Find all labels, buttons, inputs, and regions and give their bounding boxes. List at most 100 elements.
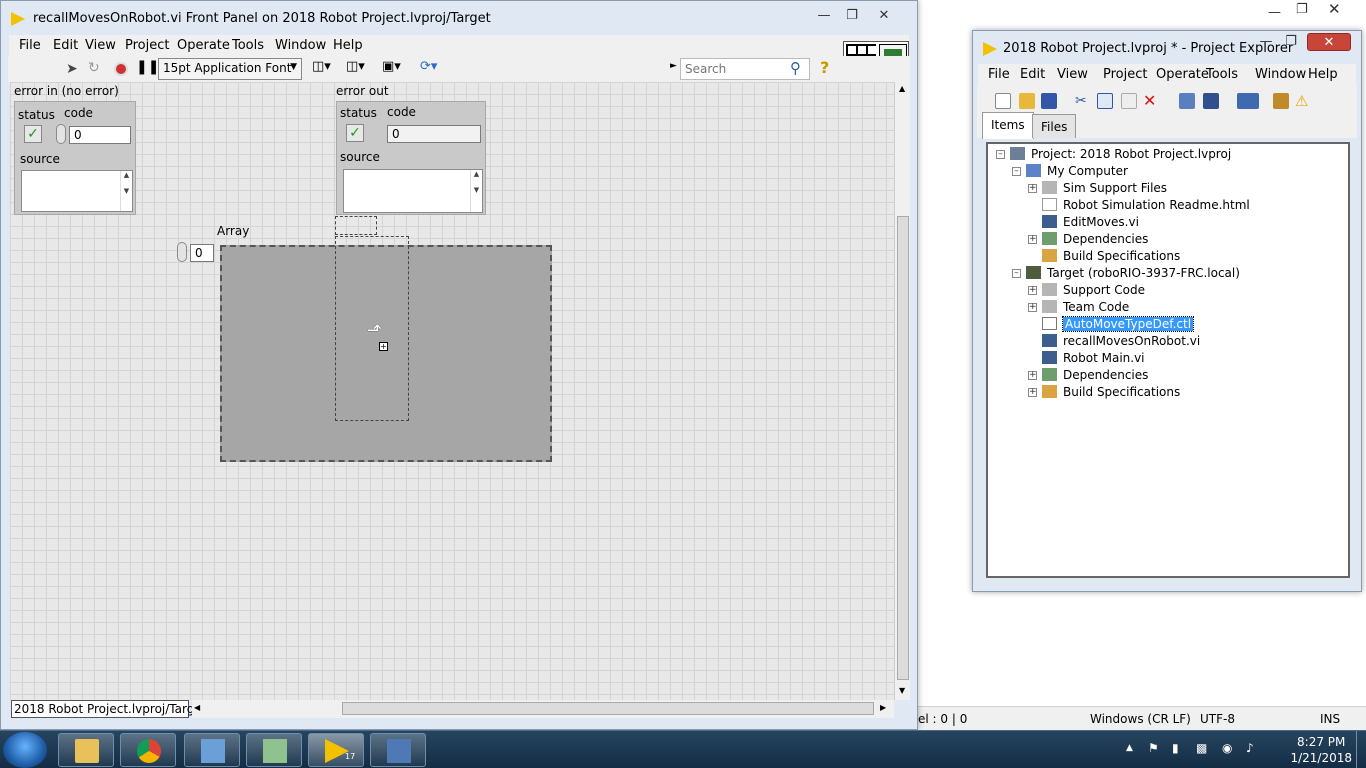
menu-operate[interactable]: Operate [177,38,230,53]
search-icon[interactable]: ⚲ [790,59,801,77]
pe-menu-file[interactable]: File [988,67,1010,82]
expand-support-code-icon[interactable]: + [1028,286,1037,295]
menu-project[interactable]: Project [125,38,169,53]
menu-file[interactable]: File [19,38,41,53]
taskbar-notepad[interactable] [246,733,302,767]
expand-target-dependencies-icon[interactable]: + [1028,371,1037,380]
collapse-target-icon[interactable]: – [1012,269,1021,278]
run-continuously-icon[interactable]: ↻ [88,60,100,76]
pe-minimize-button[interactable]: — [1255,33,1277,51]
line-ending[interactable]: Windows (CR LF) [1090,712,1191,726]
tree-item-recallmoves[interactable]: recallMovesOnRobot.vi [1042,333,1200,350]
deploy-icon[interactable] [1203,93,1219,109]
tree-item-readme[interactable]: Robot Simulation Readme.html [1042,197,1250,214]
tree-item-automovetypedef[interactable]: AutoMoveTypeDef.ctl [1042,316,1195,333]
error-out-cluster[interactable]: status code ✓ 0 source ▲ ▼ [336,101,486,215]
front-panel-canvas[interactable]: error in (no error) status code ✓ 0 sour… [10,82,894,700]
error-in-code-field[interactable]: 0 [69,126,131,144]
show-desktop-button[interactable] [1356,731,1366,768]
pe-maximize-button[interactable]: ❐ [1280,33,1302,51]
expand-dependencies-icon[interactable]: + [1028,235,1037,244]
clock[interactable]: 8:27 PM 1/21/2018 [1290,734,1352,766]
start-button[interactable] [3,732,47,768]
build-icon[interactable] [1179,93,1195,109]
project-tree[interactable]: – Project: 2018 Robot Project.lvproj – M… [986,142,1350,578]
error-out-source-scrollbar[interactable]: ▲ ▼ [470,170,482,212]
bg-close-button[interactable]: ✕ [1328,0,1341,18]
encoding[interactable]: UTF-8 [1200,712,1235,726]
error-in-code-spinner[interactable] [56,124,66,144]
taskbar-chrome[interactable] [120,733,176,767]
pe-menu-operate[interactable]: Operate [1156,67,1209,82]
pe-menu-tools[interactable]: Tools [1206,67,1238,82]
volume-icon[interactable]: ♪ [1246,741,1254,755]
pe-menu-window[interactable]: Window [1255,67,1306,82]
pe-menu-project[interactable]: Project [1103,67,1147,82]
pe-close-button[interactable]: ✕ [1307,33,1351,51]
distribute-objects-icon[interactable]: ◫▾ [346,59,365,74]
tree-item-support-code[interactable]: Support Code [1042,282,1145,299]
error-in-cluster[interactable]: status code ✓ 0 source ▲ ▼ [14,101,136,215]
collapse-project-icon[interactable]: – [996,150,1005,159]
taskbar-network-tool[interactable] [370,733,426,767]
expand-team-code-icon[interactable]: + [1028,303,1037,312]
error-in-source-field[interactable]: ▲ ▼ [21,170,133,212]
tree-item-target[interactable]: Target (roboRIO-3937-FRC.local) [1026,265,1240,282]
menu-edit[interactable]: Edit [53,38,78,53]
pe-menu-help[interactable]: Help [1308,67,1338,82]
view-options-icon[interactable] [1237,93,1259,109]
error-out-source-field[interactable]: ▲ ▼ [343,169,483,213]
bg-maximize-button[interactable]: ❐ [1296,2,1308,17]
scroll-up-icon[interactable]: ▲ [899,84,905,93]
project-explorer-titlebar[interactable]: 2018 Robot Project.lvproj * - Project Ex… [973,31,1361,63]
scroll-right-icon[interactable]: ▶ [880,703,886,712]
error-in-source-scrollbar[interactable]: ▲ ▼ [120,171,132,211]
horizontal-scroll-thumb[interactable] [342,702,874,715]
tree-item-project[interactable]: Project: 2018 Robot Project.lvproj [1010,146,1231,163]
vertical-scroll-thumb[interactable] [897,216,909,680]
pe-menu-edit[interactable]: Edit [1020,67,1045,82]
front-panel-titlebar[interactable]: recallMovesOnRobot.vi Front Panel on 201… [1,1,917,33]
resize-objects-icon[interactable]: ▣▾ [382,59,401,74]
open-folder-icon[interactable] [1019,93,1035,109]
abort-icon[interactable] [114,62,128,76]
front-panel-vertical-scrollbar[interactable]: ▲ ▼ [894,82,910,700]
scroll-down-icon[interactable]: ▼ [899,686,905,695]
align-objects-icon[interactable]: ◫▾ [312,59,331,74]
pause-icon[interactable]: ❚❚ [136,59,159,75]
menu-help[interactable]: Help [333,38,363,53]
collapse-my-computer-icon[interactable]: – [1012,167,1021,176]
tree-item-sim-support-files[interactable]: Sim Support Files [1042,180,1167,197]
signal-icon[interactable]: ▩ [1196,741,1207,755]
close-button[interactable]: ✕ [871,7,897,25]
action-center-flag-icon[interactable]: ⚑ [1148,741,1159,755]
copy-icon[interactable] [1097,93,1113,109]
network-icon[interactable]: ◉ [1222,741,1232,755]
error-out-status-checkmark-icon[interactable]: ✓ [346,124,364,142]
tree-item-dependencies[interactable]: Dependencies [1042,231,1148,248]
scroll-left-icon[interactable]: ◀ [194,703,200,712]
front-panel-horizontal-scrollbar[interactable]: ◀ ▶ [192,700,894,718]
warning-icon[interactable]: ⚠ [1295,93,1311,109]
tab-items[interactable]: Items [982,112,1034,139]
taskbar-labview[interactable]: 17 [308,733,364,767]
menu-window[interactable]: Window [275,38,326,53]
tree-item-target-build-specifications[interactable]: Build Specifications [1042,384,1180,401]
tray-expand-icon[interactable]: ▲ [1126,743,1133,753]
font-selector[interactable]: 15pt Application Font ▼ [158,58,302,80]
array-index-field[interactable]: 0 [190,244,214,262]
maximize-button[interactable]: ❐ [839,7,865,25]
battery-icon[interactable]: ▮ [1172,741,1179,755]
delete-icon[interactable]: ✕ [1143,93,1159,109]
tree-item-team-code[interactable]: Team Code [1042,299,1129,316]
tree-item-my-computer[interactable]: My Computer [1026,163,1128,180]
new-file-icon[interactable] [995,93,1011,109]
taskbar-control-panel[interactable] [184,733,240,767]
cut-icon[interactable]: ✂ [1075,93,1091,109]
taskbar-explorer[interactable] [58,733,114,767]
save-all-icon[interactable] [1041,93,1057,109]
expand-target-build-specs-icon[interactable]: + [1028,388,1037,397]
array-index-spinner[interactable] [177,242,187,262]
tab-files[interactable]: Files [1032,114,1077,138]
paste-icon[interactable] [1121,93,1137,109]
